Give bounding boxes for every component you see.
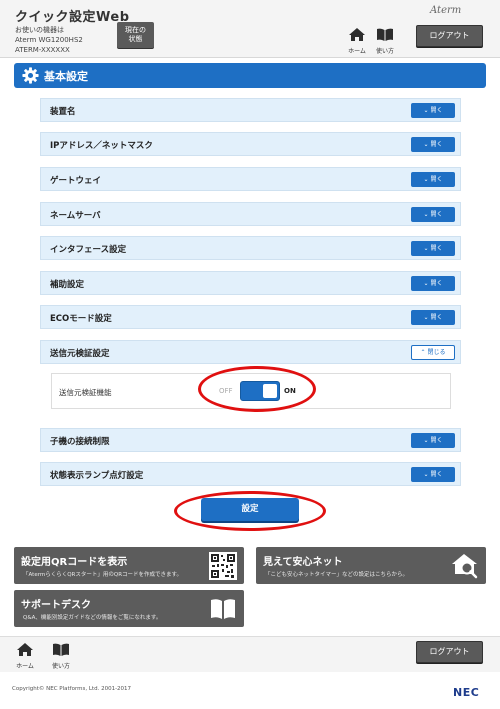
card-subtitle: 「こども安心ネットタイマー」などの設定はこちらから。 — [265, 572, 409, 578]
help-label: 使い方 — [375, 48, 394, 55]
setting-row-gateway[interactable]: ゲートウェイ ⌄ 開く — [40, 167, 461, 191]
setting-label: 送信元検証設定 — [50, 349, 110, 359]
open-button[interactable]: ⌄ 開く — [411, 172, 455, 187]
source-validation-label: 送信元検証機能 — [59, 388, 112, 397]
help-button[interactable]: 使い方 — [372, 26, 398, 55]
setting-row-client-limit[interactable]: 子機の接続制限 ⌄ 開く — [40, 428, 461, 452]
card-title: 見えて安心ネット — [263, 557, 343, 568]
home-label: ホーム — [348, 48, 366, 55]
book-icon — [377, 28, 393, 41]
setting-row-device-name[interactable]: 装置名 ⌄ 開く — [40, 98, 461, 122]
book-icon — [53, 643, 69, 656]
mieru-anshin-card[interactable]: 見えて安心ネット 「こども安心ネットタイマー」などの設定はこちらから。 — [256, 547, 486, 584]
setting-row-ip-address[interactable]: IPアドレス／ネットマスク ⌄ 開く — [40, 132, 461, 156]
setting-row-eco-mode[interactable]: ECOモード設定 ⌄ 開く — [40, 305, 461, 329]
open-button[interactable]: ⌄ 開く — [411, 276, 455, 291]
gear-icon — [22, 67, 39, 84]
footer-bar: ホーム 使い方 ログアウト — [0, 636, 500, 672]
home-label: ホーム — [16, 663, 34, 670]
qr-code-icon — [209, 552, 237, 580]
house-search-icon — [452, 554, 478, 579]
setting-label: インタフェース設定 — [50, 245, 127, 255]
setting-row-name-server[interactable]: ネームサーバ ⌄ 開く — [40, 202, 461, 226]
setting-label: IPアドレス／ネットマスク — [50, 141, 153, 151]
nec-logo: NEC — [453, 686, 480, 699]
setting-label: 状態表示ランプ点灯設定 — [50, 471, 144, 481]
close-button[interactable]: ⌃ 閉じる — [411, 345, 455, 360]
setting-label: 子機の接続制限 — [50, 437, 110, 447]
app-title: クイック設定Web — [15, 10, 130, 25]
open-button[interactable]: ⌄ 開く — [411, 433, 455, 448]
highlight-circle-apply — [174, 491, 326, 531]
device-caption: お使いの機器は — [15, 26, 64, 34]
highlight-circle-toggle — [198, 366, 316, 412]
footer-home-button[interactable]: ホーム — [12, 641, 38, 670]
support-desk-card[interactable]: サポートデスク Q&A、機能別設定ガイドなどの情報をご覧になれます。 — [14, 590, 244, 627]
home-icon — [17, 643, 33, 656]
card-subtitle: Q&A、機能別設定ガイドなどの情報をご覧になれます。 — [23, 615, 162, 621]
book-icon — [211, 599, 235, 619]
card-subtitle: 「AtermらくらくQRスタート」用のQRコードを作成できます。 — [23, 572, 182, 578]
open-button[interactable]: ⌄ 開く — [411, 207, 455, 222]
device-serial: ATERM-XXXXXX — [15, 46, 70, 54]
open-button[interactable]: ⌄ 開く — [411, 103, 455, 118]
logout-button-top[interactable]: ログアウト — [416, 25, 483, 47]
header-bar: クイック設定Web お使いの機器は Aterm WG1200HS2 ATERM-… — [0, 0, 500, 58]
brand-block: クイック設定Web お使いの機器は Aterm WG1200HS2 ATERM-… — [15, 6, 130, 55]
card-title: サポートデスク — [21, 600, 91, 611]
open-button[interactable]: ⌄ 開く — [411, 137, 455, 152]
help-label: 使い方 — [51, 663, 70, 670]
aterm-logo: Aterm — [430, 5, 462, 16]
footer-help-button[interactable]: 使い方 — [48, 641, 74, 670]
setting-label: ネームサーバ — [50, 211, 101, 221]
open-button[interactable]: ⌄ 開く — [411, 241, 455, 256]
setting-row-auxiliary[interactable]: 補助設定 ⌄ 開く — [40, 271, 461, 295]
setting-label: 装置名 — [50, 107, 76, 117]
section-header: 基本設定 — [14, 63, 486, 88]
current-status-button[interactable]: 現在の 状態 — [117, 22, 154, 48]
section-title: 基本設定 — [44, 70, 88, 83]
home-button[interactable]: ホーム — [344, 26, 370, 55]
device-model: Aterm WG1200HS2 — [15, 36, 83, 44]
setting-row-lamp[interactable]: 状態表示ランプ点灯設定 ⌄ 開く — [40, 462, 461, 486]
setting-label: ECOモード設定 — [50, 314, 112, 324]
logout-button-bottom[interactable]: ログアウト — [416, 641, 483, 663]
setting-label: 補助設定 — [50, 280, 85, 290]
copyright-text: Copyright© NEC Platforms, Ltd. 2001-2017 — [12, 686, 132, 692]
setting-row-interface[interactable]: インタフェース設定 ⌄ 開く — [40, 236, 461, 260]
qr-code-card[interactable]: 設定用QRコードを表示 「AtermらくらくQRスタート」用のQRコードを作成で… — [14, 547, 244, 584]
open-button[interactable]: ⌄ 開く — [411, 467, 455, 482]
home-icon — [349, 28, 365, 41]
open-button[interactable]: ⌄ 開く — [411, 310, 455, 325]
card-title: 設定用QRコードを表示 — [21, 557, 128, 568]
setting-row-source-validation[interactable]: 送信元検証設定 ⌃ 閉じる — [40, 340, 461, 364]
setting-label: ゲートウェイ — [50, 176, 102, 186]
